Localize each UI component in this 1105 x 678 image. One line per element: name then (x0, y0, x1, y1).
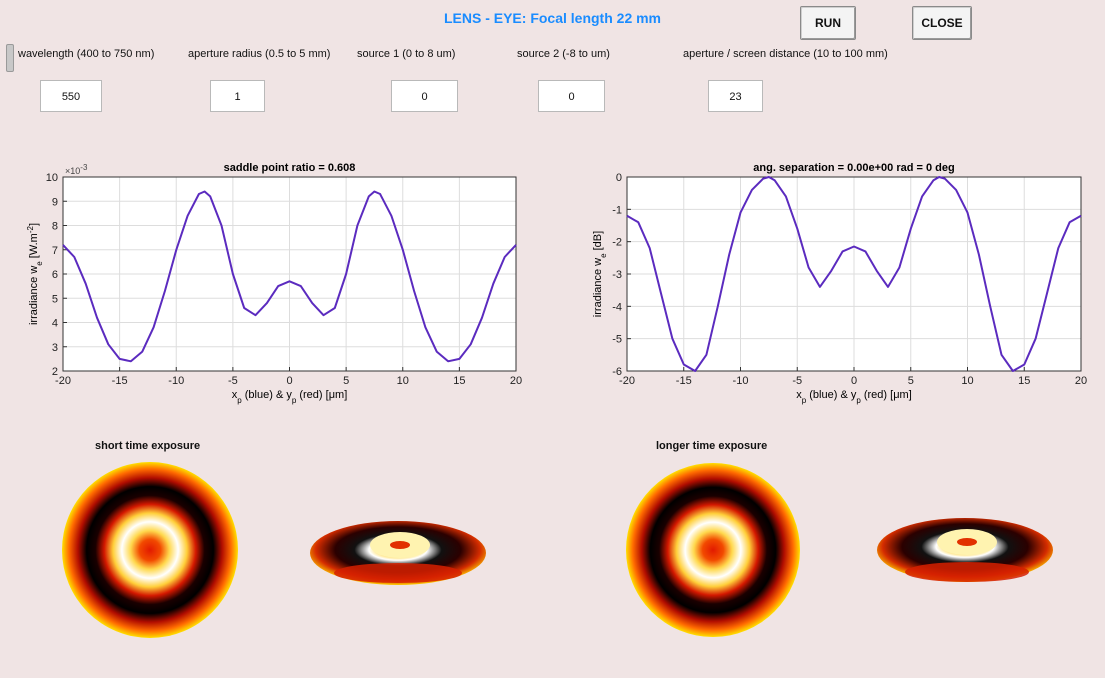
x-tick-label: 15 (1018, 375, 1030, 387)
long-exposure-title: longer time exposure (656, 440, 768, 452)
wavelength-input[interactable]: 550 (40, 80, 102, 112)
wavelength-label: wavelength (400 to 750 nm) (18, 48, 155, 60)
y-tick-label: 0 (616, 172, 622, 184)
decibel-chart: -20 -15 -10 -5 0 5 10 15 20-6-5-4-3-2-10ang. sep… (592, 162, 1087, 405)
y-tick-label: -6 (612, 366, 622, 378)
x-tick-label: 5 (343, 375, 349, 387)
short-exposure-surface (310, 521, 486, 585)
x-axis-label: xp (blue) & yp (red) [μm] (796, 389, 912, 405)
y-tick-label: 3 (52, 342, 58, 354)
y-tick-label: 7 (52, 245, 58, 257)
x-tick-label: 5 (908, 375, 914, 387)
x-tick-label: 0 (286, 375, 292, 387)
short-exposure-title: short time exposure (95, 440, 201, 452)
y-tick-label: -4 (612, 301, 622, 313)
source2-label: source 2 (-8 to um) (517, 48, 610, 60)
y-tick-label: -2 (612, 237, 622, 249)
x-tick-label: 10 (961, 375, 973, 387)
y-axis-label: irradiance we [W.m-2] (26, 223, 44, 325)
x-tick-label: 0 (851, 375, 857, 387)
source1-input[interactable]: 0 (391, 80, 458, 112)
run-button[interactable]: RUN (800, 6, 856, 40)
long-exposure-disk (626, 463, 800, 637)
axis-exponent: ×10-3 (65, 163, 88, 177)
long-exposure-surface (877, 518, 1053, 582)
chart-title: ang. separation = 0.00e+00 rad = 0 deg (753, 162, 954, 174)
source1-label: source 1 (0 to 8 um) (357, 48, 456, 60)
aperture-radius-input[interactable]: 1 (210, 80, 265, 112)
x-tick-label: 20 (1075, 375, 1087, 387)
y-tick-label: 4 (52, 318, 58, 330)
y-tick-label: 8 (52, 221, 58, 233)
irradiance-chart: -20 -15 -10 -5 0 5 10 15 202345678910saddle poin… (26, 162, 523, 405)
y-tick-label: -1 (612, 204, 622, 216)
chart-title: saddle point ratio = 0.608 (224, 162, 356, 174)
y-tick-label: 10 (46, 172, 58, 184)
distance-label: aperture / screen distance (10 to 100 mm… (683, 48, 888, 60)
distance-input[interactable]: 23 (708, 80, 763, 112)
aperture-radius-label: aperture radius (0.5 to 5 mm) (188, 48, 331, 60)
x-tick-label: -10 (733, 375, 749, 387)
short-exposure-disk (62, 462, 238, 638)
x-tick-label: 15 (453, 375, 465, 387)
y-tick-label: 5 (52, 293, 58, 305)
y-tick-label: -5 (612, 334, 622, 346)
y-tick-label: -3 (612, 269, 622, 281)
x-axis-label: xp (blue) & yp (red) [μm] (232, 389, 348, 405)
y-tick-label: 2 (52, 366, 58, 378)
x-tick-label: -15 (112, 375, 128, 387)
x-tick-label: -15 (676, 375, 692, 387)
x-tick-label: -10 (168, 375, 184, 387)
x-tick-label: 20 (510, 375, 522, 387)
y-axis-label: irradiance we [dB] (592, 231, 608, 317)
sidebar-handle[interactable] (6, 44, 14, 72)
source2-input[interactable]: 0 (538, 80, 605, 112)
y-tick-label: 6 (52, 269, 58, 281)
close-button[interactable]: CLOSE (912, 6, 972, 40)
x-tick-label: 10 (397, 375, 409, 387)
x-tick-label: -5 (792, 375, 802, 387)
y-tick-label: 9 (52, 196, 58, 208)
x-tick-label: -5 (228, 375, 238, 387)
